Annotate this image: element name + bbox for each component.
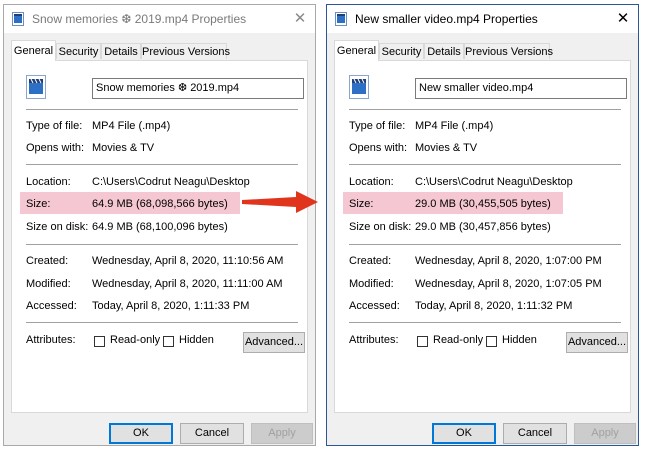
created-value: Wednesday, April 8, 2020, 11:10:56 AM [92,255,284,267]
location-label: Location: [349,176,394,188]
read-only-label: Read-only [110,334,161,346]
size-on-disk-label: Size on disk: [26,221,89,233]
accessed-label: Accessed: [26,300,77,312]
divider [349,322,621,323]
arrow-right-icon [242,191,318,213]
read-only-label: Read-only [433,334,484,346]
accessed-value: Today, April 8, 2020, 1:11:32 PM [415,300,573,312]
title-bar[interactable]: Snow memories ❆ 2019.mp4 Properties ✕ [4,5,315,33]
advanced-button[interactable]: Advanced... [566,332,628,353]
location-value: C:\Users\Codrut Neagu\Desktop [415,176,573,188]
filename-field[interactable]: Snow memories ❆ 2019.mp4 [92,78,304,99]
type-value: MP4 File (.mp4) [92,120,171,132]
size-on-disk-label: Size on disk: [349,221,412,233]
location-value: C:\Users\Codrut Neagu\Desktop [92,176,250,188]
video-file-icon [26,75,46,99]
opens-with-value: Movies & TV [415,142,478,154]
divider [26,322,298,323]
modified-label: Modified: [349,278,394,290]
ok-button[interactable]: OK [109,423,173,444]
divider [349,164,621,165]
close-button[interactable]: ✕ [612,8,634,30]
general-panel: Snow memories ❆ 2019.mp4 Type of file: M… [11,60,308,413]
hidden-checkbox[interactable] [486,336,497,347]
type-label: Type of file: [26,120,83,132]
tab-general[interactable]: General [11,40,56,61]
divider [26,244,298,245]
modified-label: Modified: [26,278,71,290]
created-label: Created: [349,255,392,267]
opens-with-label: Opens with: [349,142,408,154]
size-value: 29.0 MB (30,455,505 bytes) [415,198,551,210]
created-value: Wednesday, April 8, 2020, 1:07:00 PM [415,255,602,267]
created-label: Created: [26,255,69,267]
tab-details[interactable]: Details [424,43,464,59]
advanced-button[interactable]: Advanced... [243,332,305,353]
type-label: Type of file: [349,120,406,132]
video-file-icon [349,75,369,99]
cancel-button[interactable]: Cancel [503,423,567,444]
properties-dialog-right: New smaller video.mp4 Properties ✕ Gener… [326,4,639,446]
properties-dialog-left: Snow memories ❆ 2019.mp4 Properties ✕ Ge… [3,4,316,446]
location-label: Location: [26,176,71,188]
read-only-checkbox[interactable] [94,336,105,347]
tab-previous-versions[interactable]: Previous Versions [141,43,230,59]
window-title: New smaller video.mp4 Properties [355,12,538,26]
close-button[interactable]: ✕ [289,8,311,30]
type-value: MP4 File (.mp4) [415,120,494,132]
divider [349,244,621,245]
size-label: Size: [26,198,51,210]
divider [349,109,621,110]
apply-button[interactable]: Apply [574,423,636,444]
accessed-value: Today, April 8, 2020, 1:11:33 PM [92,300,250,312]
tab-security[interactable]: Security [56,43,101,59]
size-on-disk-value: 29.0 MB (30,457,856 bytes) [415,221,551,233]
modified-value: Wednesday, April 8, 2020, 11:11:00 AM [92,278,283,290]
apply-button[interactable]: Apply [251,423,313,444]
read-only-checkbox[interactable] [417,336,428,347]
attributes-label: Attributes: [349,334,399,346]
opens-with-value: Movies & TV [92,142,155,154]
opens-with-label: Opens with: [26,142,85,154]
size-on-disk-value: 64.9 MB (68,100,096 bytes) [92,221,228,233]
size-value: 64.9 MB (68,098,566 bytes) [92,198,228,210]
hidden-label: Hidden [179,334,214,346]
video-file-icon [12,12,24,26]
hidden-label: Hidden [502,334,537,346]
tab-details[interactable]: Details [101,43,141,59]
tab-general[interactable]: General [334,40,379,61]
window-title: Snow memories ❆ 2019.mp4 Properties [32,12,247,26]
attributes-label: Attributes: [26,334,76,346]
divider [26,164,298,165]
accessed-label: Accessed: [349,300,400,312]
divider [26,109,298,110]
modified-value: Wednesday, April 8, 2020, 1:07:05 PM [415,278,602,290]
title-bar[interactable]: New smaller video.mp4 Properties ✕ [327,5,638,33]
cancel-button[interactable]: Cancel [180,423,244,444]
size-label: Size: [349,198,374,210]
hidden-checkbox[interactable] [163,336,174,347]
ok-button[interactable]: OK [432,423,496,444]
general-panel: New smaller video.mp4 Type of file: MP4 … [334,60,631,413]
video-file-icon [335,12,347,26]
filename-field[interactable]: New smaller video.mp4 [415,78,627,99]
tab-previous-versions[interactable]: Previous Versions [464,43,553,59]
tab-security[interactable]: Security [379,43,424,59]
